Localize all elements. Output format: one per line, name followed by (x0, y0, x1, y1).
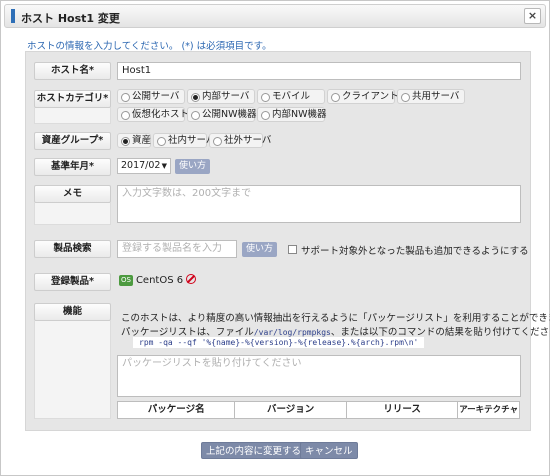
asset-group-option-external-server[interactable]: 社外サーバ (209, 133, 271, 148)
dialog-titlebar: ホスト Host1 変更 × (4, 4, 546, 28)
include-unsupported-label: サポート対象外となった製品も追加できるようにする (301, 246, 529, 257)
product-search-label: 製品検索 (34, 240, 111, 258)
include-unsupported-checkbox[interactable] (288, 245, 297, 254)
base-year-month-label: 基準年月* (34, 158, 111, 176)
product-name: CentOS 6 (135, 275, 184, 286)
base-year-month-select[interactable]: 2017/02 ▼ (117, 158, 171, 174)
column-package-name: パッケージ名 (118, 402, 236, 418)
dialog-title: ホスト Host1 変更 (21, 12, 120, 25)
package-table-header: パッケージ名 バージョン リリース アーキテクチャ (117, 401, 520, 419)
feature-description-line2: パッケージリストは、ファイル/var/log/rpmpkgs、または以下のコマン… (121, 327, 550, 338)
feature-description-line1: このホストは、より精度の高い情報抽出を行えるように「パッケージリスト」を利用する… (121, 313, 550, 324)
package-list-textarea[interactable]: パッケージリストを貼り付けてください (117, 355, 521, 397)
close-icon[interactable]: × (524, 8, 541, 24)
rpmpkgs-path: /var/log/rpmpkgs (253, 328, 331, 337)
registered-products-label: 登録製品* (34, 273, 111, 291)
category-option-internal-server[interactable]: 内部サーバ (187, 89, 255, 104)
column-version: バージョン (235, 402, 347, 418)
edit-host-dialog: ホスト Host1 変更 × ホストの情報を入力してください。 (*) は必須項… (0, 0, 550, 476)
cancel-button[interactable]: キャンセル (300, 442, 358, 459)
category-option-internal-nw-device[interactable]: 内部NW機器 (257, 107, 327, 122)
category-option-virtualization-host[interactable]: 仮想化ホスト (117, 107, 189, 122)
category-option-shared-server[interactable]: 共用サーバ (397, 89, 465, 104)
memo-label: メモ (34, 185, 111, 203)
column-architecture: アーキテクチャ (459, 405, 519, 415)
category-option-client[interactable]: クライアント (327, 89, 399, 104)
asset-group-label: 資産グループ* (34, 132, 111, 150)
instruction-text: ホストの情報を入力してください。 (*) は必須項目です。 (27, 41, 272, 52)
remove-icon[interactable] (186, 274, 197, 284)
host-category-label: ホストカテゴリ* (34, 90, 111, 108)
base-year-month-help-button[interactable]: 使い方 (175, 159, 211, 174)
column-release: リリース (347, 402, 459, 418)
registered-product-item: OS CentOS 6 (119, 274, 197, 288)
host-name-label: ホスト名* (34, 62, 111, 80)
asset-group-option-internal-server[interactable]: 社内サーバ (153, 133, 215, 148)
product-search-input[interactable]: 登録する製品名を入力 (117, 240, 237, 258)
form-panel: ホスト名* Host1 ホストカテゴリ* 公開サーバ 内部サーバ モバイル クラ… (25, 51, 550, 431)
submit-button[interactable]: 上記の内容に変更する (201, 442, 307, 459)
title-accent-bar (11, 9, 15, 23)
memo-textarea[interactable]: 入力文字数は、200文字まで (117, 185, 521, 223)
os-badge: OS (119, 275, 133, 286)
category-option-public-nw-device[interactable]: 公開NW機器 (187, 107, 257, 122)
category-option-mobile[interactable]: モバイル (257, 89, 325, 104)
chevron-down-icon: ▼ (161, 162, 167, 170)
host-category-label-fill (34, 108, 111, 124)
host-name-input[interactable]: Host1 (117, 62, 521, 80)
feature-label: 機能 (34, 303, 111, 321)
category-option-public-server[interactable]: 公開サーバ (117, 89, 185, 104)
product-search-help-button[interactable]: 使い方 (242, 242, 278, 257)
feature-label-fill (34, 321, 111, 419)
asset-group-option-asset[interactable]: 資産 (117, 133, 151, 148)
rpm-command: rpm -qa --qf '%{name}-%{version}-%{relea… (133, 337, 425, 348)
memo-label-fill (34, 203, 111, 225)
